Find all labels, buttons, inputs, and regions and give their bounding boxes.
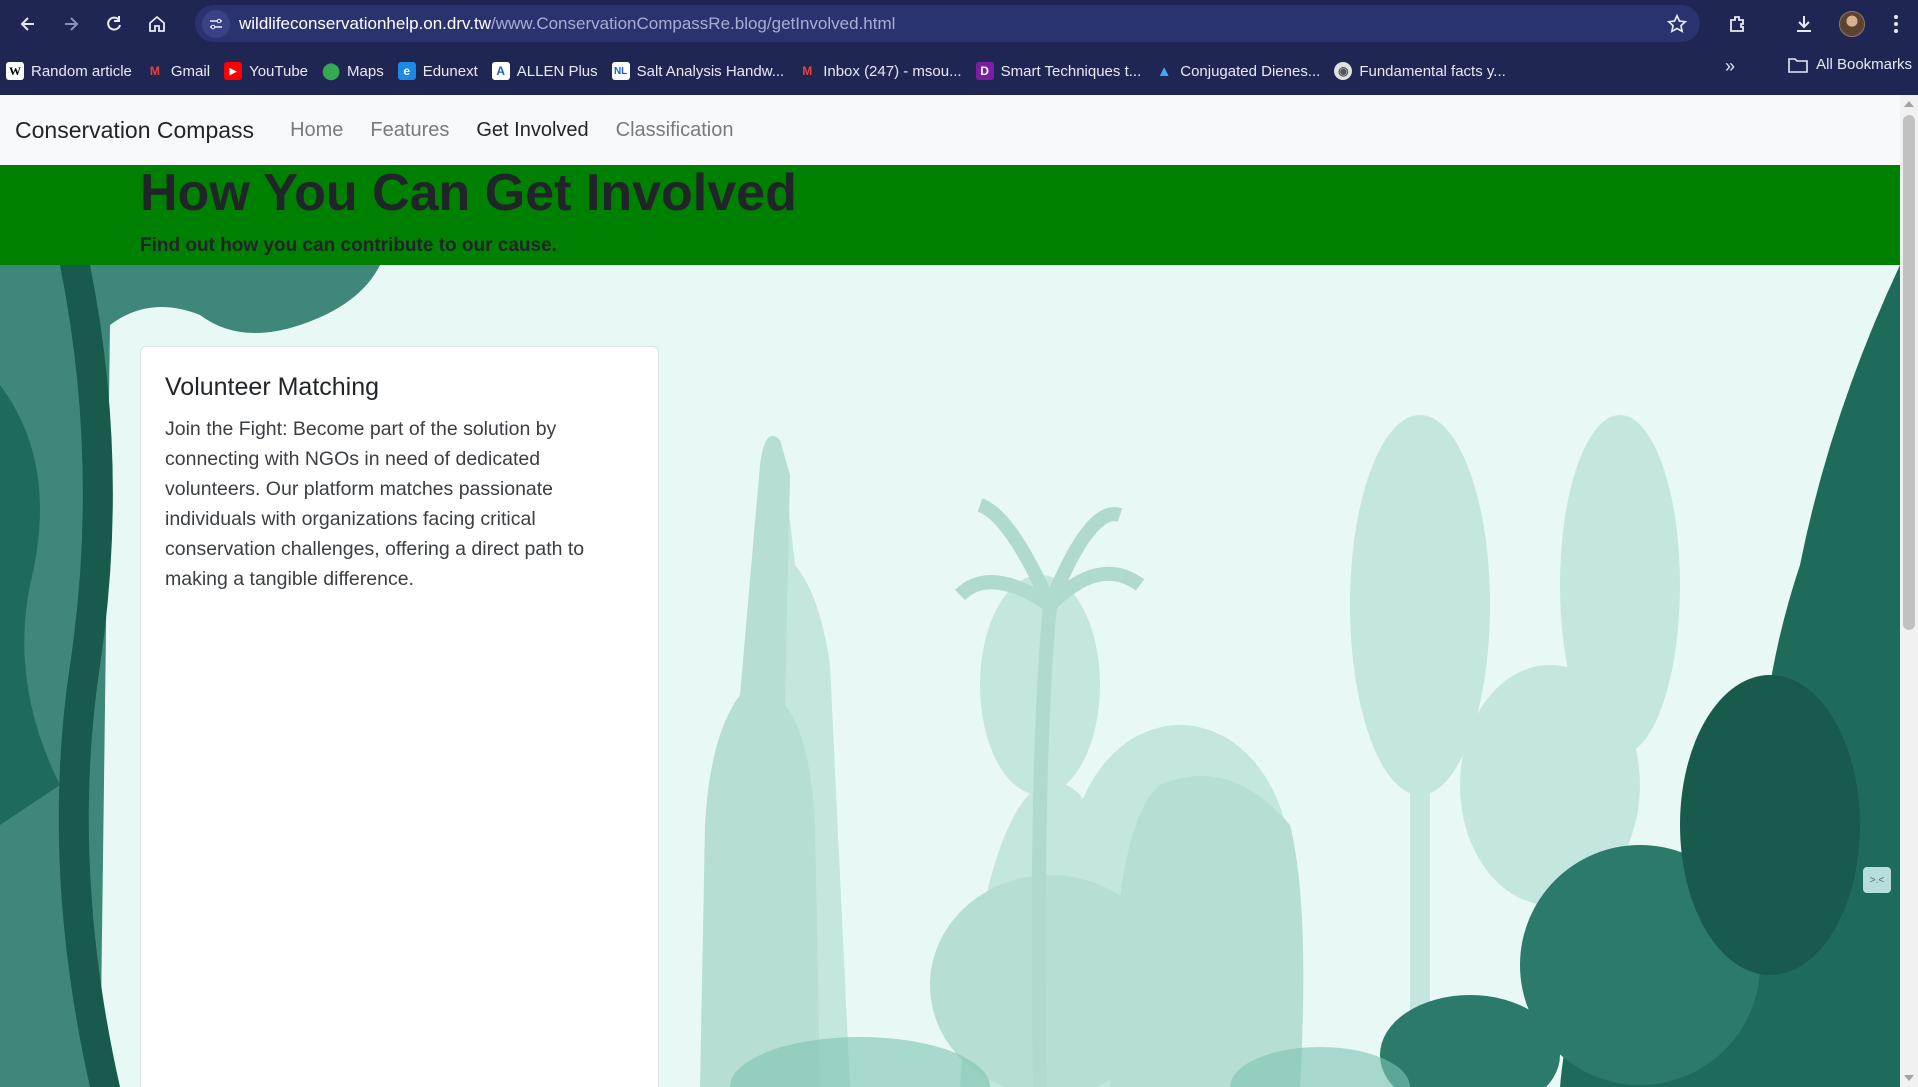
download-icon: [1797, 15, 1811, 32]
bookmark-label: Inbox (247) - msou...: [823, 62, 962, 80]
bookmark-smart-techniques[interactable]: D Smart Techniques t...: [970, 56, 1150, 86]
address-bar[interactable]: wildlifeconservationhelp.on.drv.tw/www.C…: [195, 5, 1700, 42]
all-bookmarks-label: All Bookmarks: [1816, 56, 1912, 73]
back-arrow-icon: [20, 16, 34, 31]
nav-link-home[interactable]: Home: [284, 119, 349, 142]
nav-link-features[interactable]: Features: [364, 119, 455, 142]
puzzle-icon: [1730, 15, 1744, 32]
url-path: /www.ConservationCompassRe.blog/getInvol…: [490, 13, 896, 33]
menu-button[interactable]: [1878, 6, 1914, 42]
bookmark-inbox[interactable]: M Inbox (247) - msou...: [792, 56, 969, 86]
profile-button[interactable]: [1834, 6, 1870, 42]
gmail-icon: M: [802, 64, 813, 78]
bookmark-gmail[interactable]: M Gmail: [140, 56, 218, 86]
tune-icon: [210, 18, 222, 29]
bookmark-label: YouTube: [249, 62, 309, 80]
allen-icon: A: [491, 62, 510, 80]
url-host: wildlifeconservationhelp.on.drv.tw: [239, 13, 491, 33]
forward-arrow-icon: [65, 16, 79, 31]
edunext-icon: e: [397, 62, 416, 80]
back-button[interactable]: [13, 9, 43, 39]
nav-link-classification[interactable]: Classification: [610, 119, 740, 142]
extensions-button[interactable]: [1720, 6, 1756, 42]
bookmark-label: Maps: [347, 62, 384, 80]
page-scrollbar[interactable]: [1900, 95, 1918, 1087]
downloads-button[interactable]: [1786, 6, 1822, 42]
nl-icon: NL: [611, 62, 630, 80]
bookmark-label: Gmail: [170, 62, 211, 80]
site-brand-link[interactable]: Conservation Compass: [15, 117, 254, 144]
page-title: How You Can Get Involved: [140, 164, 797, 222]
bookmark-allen-plus[interactable]: A ALLEN Plus: [486, 56, 606, 86]
bookmark-youtube[interactable]: ▶ YouTube: [218, 56, 316, 86]
bookmark-label: Fundamental facts y...: [1359, 62, 1506, 80]
hero-banner: How You Can Get Involved Find out how yo…: [0, 164, 1900, 265]
scroll-down-arrow-icon[interactable]: [1904, 1075, 1914, 1081]
reload-button[interactable]: [99, 9, 129, 39]
floating-widget-button[interactable]: >.<: [1863, 867, 1891, 893]
star-icon: [1666, 13, 1688, 33]
bookmarks-bar: W Random article M Gmail ▶ YouTube ⬤ Map…: [0, 47, 1918, 95]
forward-button[interactable]: [56, 9, 86, 39]
url-text[interactable]: wildlifeconservationhelp.on.drv.tw/www.C…: [239, 14, 895, 34]
avatar: [1839, 10, 1865, 37]
page-viewport: Conservation Compass Home Features Get I…: [0, 95, 1900, 1087]
toolbar-right: [1720, 0, 1918, 47]
bookmark-salt-analysis[interactable]: NL Salt Analysis Handw...: [606, 56, 793, 86]
bookmark-fundamental-facts[interactable]: ◉ Fundamental facts y...: [1328, 56, 1513, 86]
bookmark-edunext[interactable]: e Edunext: [392, 56, 486, 86]
wikipedia-icon: W: [6, 62, 24, 80]
site-info-button[interactable]: [202, 9, 230, 38]
maps-icon: ⬤: [322, 63, 340, 80]
bookmark-label: Conjugated Dienes...: [1180, 62, 1321, 80]
gmail-icon: M: [149, 64, 160, 78]
site-navbar: Conservation Compass Home Features Get I…: [0, 95, 1900, 165]
globe-icon: ◉: [1334, 62, 1353, 80]
site-nav-links: Home Features Get Involved Classificatio…: [269, 119, 739, 142]
card-text: Join the Fight: Become part of the solut…: [165, 418, 585, 590]
bookmark-label: Smart Techniques t...: [1000, 62, 1142, 80]
nav-link-get-involved[interactable]: Get Involved: [470, 119, 594, 142]
home-icon: [149, 15, 165, 32]
youtube-icon: ▶: [224, 62, 243, 80]
bookmark-maps[interactable]: ⬤ Maps: [316, 56, 392, 86]
browser-toolbar: wildlifeconservationhelp.on.drv.tw/www.C…: [0, 0, 1918, 47]
page-subtitle: Find out how you can contribute to our c…: [140, 235, 557, 256]
kebab-menu-icon: [1894, 14, 1898, 33]
scroll-up-arrow-icon[interactable]: [1904, 101, 1914, 107]
doc-icon: D: [975, 62, 994, 80]
folder-icon: [1788, 57, 1808, 73]
more-bookmarks-chevron-icon[interactable]: »: [1725, 56, 1735, 77]
bookmark-random-article[interactable]: W Random article: [0, 56, 140, 86]
home-button[interactable]: [142, 9, 172, 39]
bookmark-star-button[interactable]: [1666, 13, 1688, 40]
bookmark-label: Random article: [31, 62, 132, 80]
bookmark-label: ALLEN Plus: [516, 62, 598, 80]
scrollbar-thumb[interactable]: [1903, 115, 1915, 630]
card-title: Volunteer Matching: [165, 373, 380, 401]
bookmark-label: Salt Analysis Handw...: [636, 62, 785, 80]
flask-icon: ▲: [1156, 62, 1172, 80]
bookmark-conjugated-dienes[interactable]: ▲ Conjugated Dienes...: [1149, 56, 1328, 86]
volunteer-matching-card: Volunteer Matching Join the Fight: Becom…: [140, 346, 659, 1087]
reload-icon: [107, 15, 121, 31]
bookmark-label: Edunext: [422, 62, 478, 80]
all-bookmarks-button[interactable]: All Bookmarks: [1788, 56, 1912, 73]
